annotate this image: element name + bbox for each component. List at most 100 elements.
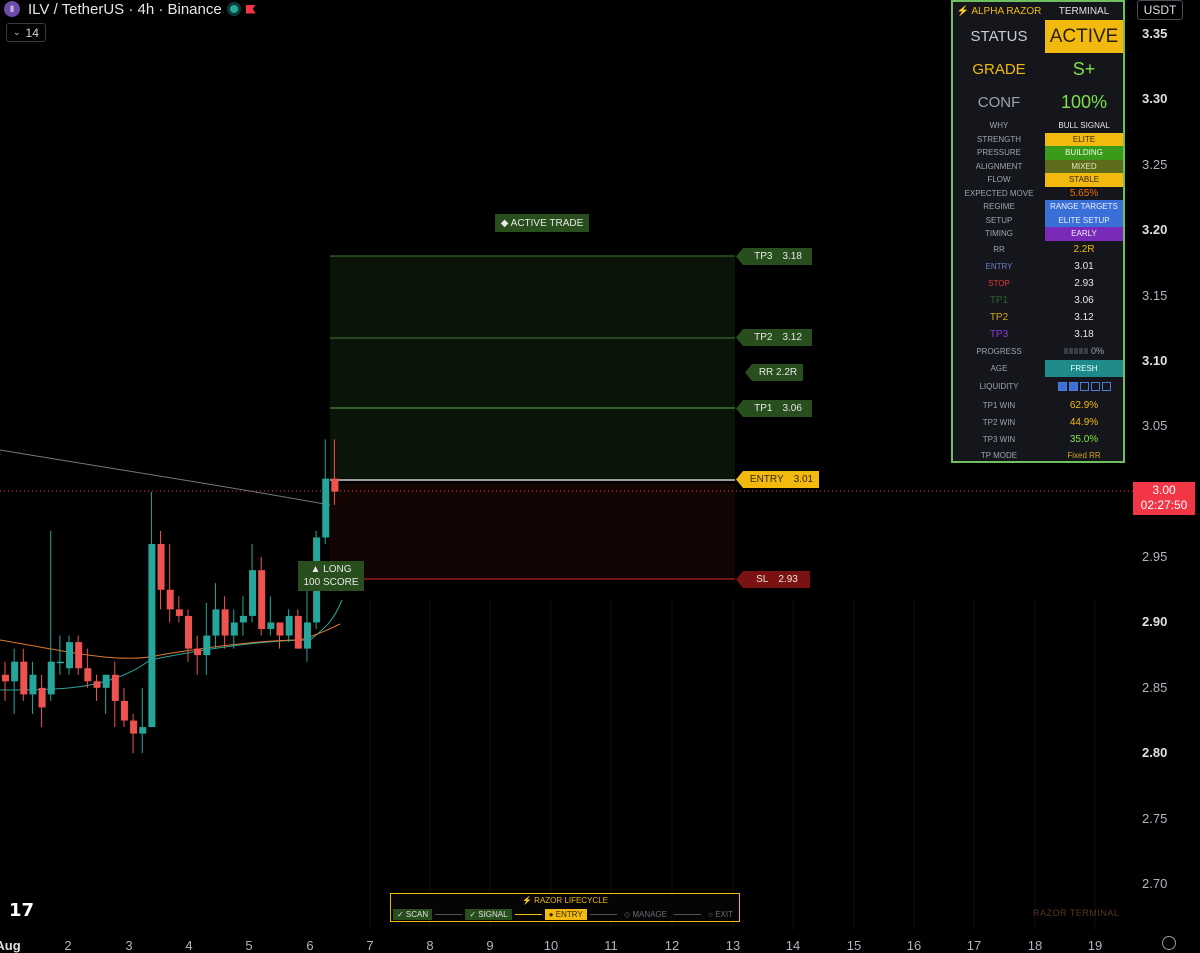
candle-body[interactable]	[185, 615, 192, 649]
tp1-label: TP1	[989, 294, 1009, 306]
lifecycle-step-entry: ● ENTRY	[544, 908, 587, 920]
candle-body[interactable]	[29, 674, 37, 695]
candle-body[interactable]	[285, 615, 293, 636]
long-signal-label: ▲ LONG	[310, 564, 352, 575]
conf-label: CONF	[977, 94, 1021, 111]
tp2-row: TP2 3.12	[953, 309, 1123, 326]
tp3-row: TP3 3.18	[953, 326, 1123, 343]
terminal-row-label: EXPECTED MOVE	[964, 188, 1034, 198]
market-open-icon	[229, 5, 238, 13]
candle-body[interactable]	[212, 609, 220, 636]
candle-body[interactable]	[75, 642, 83, 669]
gear-icon[interactable]	[1162, 936, 1176, 950]
candle-body[interactable]	[267, 622, 275, 629]
time-tick-label: 5	[245, 938, 253, 953]
candle-body[interactable]	[38, 687, 46, 708]
candle-body[interactable]	[47, 661, 55, 695]
tp3-value: 3.18	[1074, 328, 1094, 340]
candle-body[interactable]	[93, 681, 101, 688]
candle-body[interactable]	[294, 615, 302, 649]
terminal-row-regime: REGIME RANGE TARGETS	[953, 200, 1123, 214]
terminal-row-alignment: ALIGNMENT MIXED	[953, 159, 1123, 173]
terminal-row-value: BULL SIGNAL	[1058, 121, 1110, 131]
tp2-tag-label: TP2	[754, 332, 773, 343]
symbol-header[interactable]: Ⅱ ILV / TetherUS · 4h · Binance	[0, 0, 256, 18]
terminal-row-setup: SETUP ELITE SETUP	[953, 213, 1123, 227]
progress-value: 0%	[1045, 343, 1123, 360]
tp2-win-row: TP2 WIN 44.9%	[953, 414, 1123, 431]
progress-row: PROGRESS 0%	[953, 343, 1123, 360]
tp2-tag: TP2 3.12	[736, 329, 812, 346]
candle-body[interactable]	[2, 674, 9, 682]
rr-value: 2.2R	[1073, 243, 1095, 255]
candle-body[interactable]	[331, 478, 339, 492]
candle-body[interactable]	[322, 478, 330, 538]
candle-body[interactable]	[84, 668, 92, 682]
candle-body[interactable]	[276, 622, 284, 636]
candle-body[interactable]	[157, 544, 165, 590]
candle-body[interactable]	[66, 642, 74, 669]
time-tick-label: 3	[125, 938, 133, 953]
candle-body[interactable]	[111, 674, 119, 701]
time-tick-label: 6	[306, 938, 314, 953]
liquidity-square	[1101, 382, 1111, 391]
lifecycle-connector	[589, 913, 617, 915]
status-row: STATUS ACTIVE	[953, 20, 1123, 53]
entry-tag-value: 3.01	[793, 474, 814, 485]
candle-body[interactable]	[11, 661, 19, 682]
candle-body[interactable]	[148, 544, 156, 728]
tp-mode-value: Fixed RR	[1067, 450, 1101, 460]
symbol-title: ILV / TetherUS · 4h · Binance	[28, 0, 222, 18]
entry-tag: ENTRY 3.01	[736, 471, 819, 488]
time-tick-label: 7	[366, 938, 374, 953]
time-tick-label: 15	[846, 938, 862, 953]
candle-body[interactable]	[249, 570, 257, 616]
stop-value: 2.93	[1074, 277, 1094, 289]
candle-body[interactable]	[221, 609, 229, 636]
rr-label: RR	[993, 244, 1005, 254]
tp3-win-value: 35.0%	[1069, 433, 1099, 445]
entry-row: ENTRY 3.01	[953, 258, 1123, 275]
candle-body[interactable]	[20, 661, 28, 695]
candle-body[interactable]	[194, 648, 202, 656]
candle-body[interactable]	[303, 622, 311, 649]
candle-body[interactable]	[102, 674, 110, 688]
profit-zone	[330, 256, 735, 480]
tradingview-logo-icon[interactable]: 17	[9, 900, 34, 921]
price-tick-label: 2.85	[1142, 679, 1168, 695]
candle-body[interactable]	[56, 661, 64, 664]
candle-body[interactable]	[258, 570, 266, 629]
razor-terminal-watermark: RAZOR TERMINAL	[1033, 908, 1120, 918]
time-tick-label: 10	[543, 938, 559, 953]
candle-body[interactable]	[166, 589, 174, 610]
tp-mode-label: TP MODE	[980, 450, 1018, 460]
sl-tag-value: 2.93	[778, 574, 798, 585]
candle-body[interactable]	[139, 727, 147, 734]
candle-body[interactable]	[130, 720, 138, 734]
time-tick-label: 13	[725, 938, 741, 953]
currency-selector[interactable]: USDT	[1137, 0, 1183, 20]
candle-body[interactable]	[239, 615, 247, 623]
flag-icon[interactable]	[245, 4, 256, 14]
stop-label: STOP	[988, 278, 1010, 288]
tp1-win-row: TP1 WIN 62.9%	[953, 397, 1123, 414]
sl-tag: SL 2.93	[736, 571, 810, 588]
tp3-tag: TP3 3.18	[736, 248, 812, 265]
grade-label: GRADE	[972, 61, 1026, 78]
loss-zone	[330, 484, 735, 580]
indicators-toggle[interactable]: ⌄ 14	[6, 23, 46, 42]
candle-body[interactable]	[175, 609, 183, 616]
age-row: AGE FRESH	[953, 359, 1123, 377]
candle-body[interactable]	[230, 622, 238, 636]
tp3-tag-value: 3.18	[782, 251, 802, 262]
time-tick-label: 19	[1087, 938, 1103, 953]
chevron-down-icon: ⌄	[13, 27, 21, 37]
liquidity-square	[1057, 382, 1067, 391]
tp2-win-value: 44.9%	[1069, 416, 1099, 428]
terminal-row-timing: TIMING EARLY	[953, 227, 1123, 241]
lifecycle-step-signal: ✓ SIGNAL	[465, 908, 512, 920]
candle-body[interactable]	[203, 635, 211, 656]
terminal-row-label: REGIME	[983, 202, 1015, 212]
time-tick-label: 11	[604, 938, 618, 953]
candle-body[interactable]	[120, 700, 128, 721]
